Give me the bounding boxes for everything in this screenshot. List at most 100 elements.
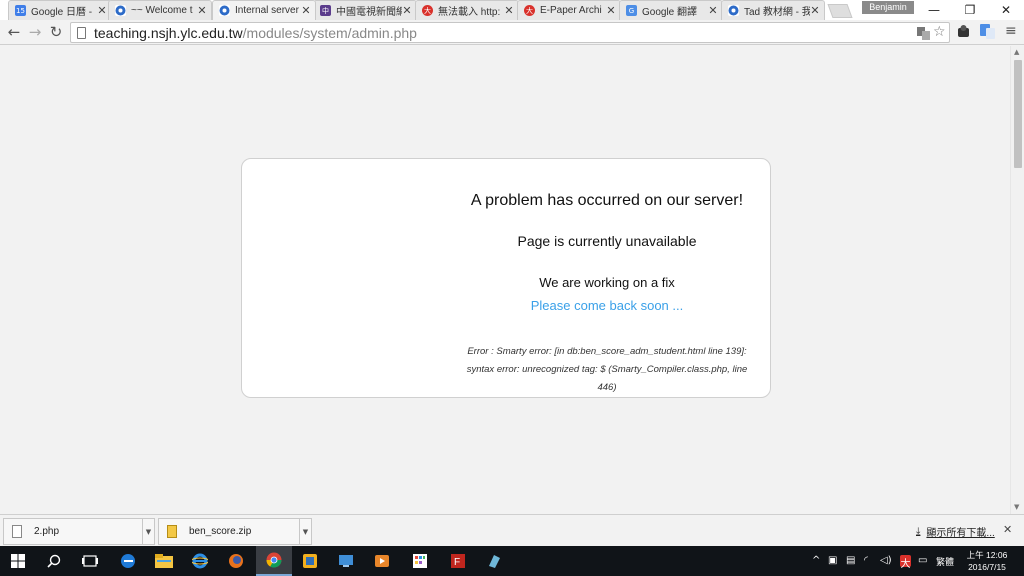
page-info-icon[interactable] bbox=[77, 26, 86, 39]
restore-icon[interactable]: ❐ bbox=[952, 0, 988, 20]
vertical-scrollbar[interactable]: ▲ ▼ bbox=[1010, 46, 1024, 514]
tray-app-icon[interactable]: ▤ bbox=[846, 555, 855, 567]
profile-badge[interactable]: Benjamin bbox=[862, 1, 914, 14]
clock[interactable]: 上午 12:06 2016/7/15 bbox=[962, 549, 1012, 573]
come-back-soon-text: Please come back soon ... bbox=[530, 298, 684, 313]
bookmark-star-icon[interactable]: ☆ bbox=[933, 24, 946, 40]
tab-cctv-news[interactable]: 中 中國電視新聞網 ✕ bbox=[313, 0, 417, 20]
tab-title: Internal server bbox=[235, 5, 299, 16]
network-icon[interactable]: ◜ bbox=[864, 555, 868, 567]
windows-taskbar: F ^ ▣ ▤ ◜ ◁) 大 ▭ 繁體 上午 12:06 2016/7/15 bbox=[0, 546, 1024, 576]
ime-indicator[interactable]: 繁體 bbox=[936, 555, 954, 568]
clock-date: 2016/7/15 bbox=[968, 562, 1006, 572]
download-filename: ben_score.zip bbox=[189, 526, 252, 537]
error-detail: Error : Smarty error: [in db:ben_score_a… bbox=[462, 343, 752, 397]
scroll-up-icon[interactable]: ▲ bbox=[1014, 48, 1019, 56]
tray-app-icon[interactable]: 大 bbox=[900, 555, 911, 570]
download-icon: ⤓ bbox=[916, 526, 921, 537]
back-button[interactable]: ← bbox=[5, 23, 23, 41]
app-icon-teal[interactable] bbox=[476, 546, 512, 576]
volume-icon[interactable]: ◁) bbox=[880, 555, 892, 567]
download-item-php[interactable]: 2.php ▼ bbox=[3, 518, 155, 545]
scrollbar-thumb[interactable] bbox=[1014, 60, 1022, 168]
notifications-icon[interactable]: ▭ bbox=[918, 555, 927, 567]
remote-desktop-icon[interactable] bbox=[328, 546, 364, 576]
tab-internal-server-error[interactable]: Internal server ✕ bbox=[212, 0, 316, 20]
edge-icon[interactable] bbox=[110, 546, 146, 576]
internet-explorer-icon[interactable] bbox=[182, 546, 218, 576]
chrome-icon[interactable] bbox=[256, 546, 292, 576]
show-all-downloads-label: 顯示所有下載... bbox=[926, 528, 995, 539]
tab-strip: 15 Google 日曆 - ✕ ~~ Welcome t ✕ Internal… bbox=[0, 0, 1024, 20]
chrome-page-icon bbox=[728, 5, 739, 16]
minimize-icon[interactable]: — bbox=[916, 0, 952, 20]
tab-cannot-load[interactable]: 大 無法載入 http: ✕ bbox=[415, 0, 519, 20]
download-item-zip[interactable]: ben_score.zip ▼ bbox=[158, 518, 312, 545]
search-icon[interactable] bbox=[36, 546, 72, 576]
app-icon-yellow[interactable] bbox=[292, 546, 328, 576]
translate-page-icon[interactable] bbox=[917, 27, 930, 40]
windows-start-icon[interactable] bbox=[0, 546, 36, 576]
file-explorer-icon[interactable] bbox=[146, 546, 182, 576]
tab-title: E-Paper Archi bbox=[540, 5, 602, 16]
tab-title: Google 日曆 - bbox=[31, 7, 93, 18]
tab-title: 中國電視新聞網 bbox=[336, 7, 402, 18]
chevron-down-icon[interactable]: ▼ bbox=[299, 519, 311, 544]
zip-file-icon bbox=[167, 525, 177, 538]
svg-text:F: F bbox=[454, 557, 460, 568]
close-tab-icon[interactable]: ✕ bbox=[708, 4, 718, 17]
address-bar[interactable]: teaching.nsjh.ylc.edu.tw/modules/system/… bbox=[70, 22, 950, 43]
error-card: A problem has occurred on our server! Pa… bbox=[241, 158, 771, 398]
tab-welcome[interactable]: ~~ Welcome t ✕ bbox=[108, 0, 212, 20]
working-on-fix-text: We are working on a fix bbox=[539, 275, 675, 290]
close-tab-icon[interactable]: ✕ bbox=[810, 4, 820, 17]
media-player-icon[interactable] bbox=[364, 546, 400, 576]
tab-title: 無法載入 http: bbox=[438, 7, 501, 18]
tray-app-icon[interactable]: ▣ bbox=[828, 555, 837, 567]
firefox-icon[interactable] bbox=[218, 546, 254, 576]
tab-title: Tad 教材網 - 我 bbox=[744, 7, 810, 18]
php-file-icon bbox=[12, 525, 22, 538]
chrome-page-icon bbox=[115, 5, 126, 16]
reload-button[interactable]: ↻ bbox=[47, 23, 65, 41]
show-hidden-icons-icon[interactable]: ^ bbox=[812, 555, 820, 567]
tab-epaper-archive[interactable]: 大 E-Paper Archi ✕ bbox=[517, 0, 621, 20]
google-translate-extension-icon[interactable] bbox=[980, 24, 995, 39]
translate-icon: G bbox=[626, 5, 637, 16]
scroll-down-icon[interactable]: ▼ bbox=[1014, 503, 1019, 511]
error-detail-line-3: 446) bbox=[597, 382, 617, 393]
close-tab-icon[interactable]: ✕ bbox=[97, 4, 107, 17]
filezilla-icon[interactable]: F bbox=[440, 546, 476, 576]
error-detail-line-1: Error : Smarty error: [in db:ben_score_a… bbox=[467, 346, 747, 357]
close-shelf-icon[interactable]: ✕ bbox=[1003, 523, 1012, 536]
url-path: /modules/system/admin.php bbox=[242, 24, 417, 41]
new-tab-button[interactable] bbox=[827, 4, 853, 18]
app-grid-icon[interactable] bbox=[402, 546, 438, 576]
tab-google-translate[interactable]: G Google 翻譯 ✕ bbox=[619, 0, 723, 20]
close-tab-icon[interactable]: ✕ bbox=[606, 4, 616, 17]
task-view-icon[interactable] bbox=[72, 546, 108, 576]
tab-tad-materials[interactable]: Tad 教材網 - 我 ✕ bbox=[721, 0, 825, 20]
download-filename: 2.php bbox=[34, 526, 60, 537]
error-detail-line-2: syntax error: unrecognized tag: $ (Smart… bbox=[466, 364, 748, 375]
extension-icon[interactable] bbox=[956, 24, 971, 39]
forward-button[interactable]: → bbox=[26, 23, 44, 41]
menu-icon[interactable]: ≡ bbox=[1005, 24, 1020, 39]
page-viewport: A problem has occurred on our server! Pa… bbox=[0, 46, 1010, 514]
close-tab-icon[interactable]: ✕ bbox=[301, 4, 311, 17]
error-icon: 大 bbox=[524, 5, 535, 16]
url-host: teaching.nsjh.ylc.edu.tw bbox=[94, 24, 243, 41]
chevron-down-icon[interactable]: ▼ bbox=[142, 519, 154, 544]
close-window-icon[interactable]: ✕ bbox=[988, 0, 1024, 20]
chrome-page-icon bbox=[219, 5, 230, 16]
tab-title: ~~ Welcome t bbox=[131, 5, 193, 16]
close-tab-icon[interactable]: ✕ bbox=[504, 4, 514, 17]
error-subtitle: Page is currently unavailable bbox=[517, 233, 697, 249]
show-all-downloads-link[interactable]: ⤓ 顯示所有下載... bbox=[916, 524, 995, 539]
error-title: A problem has occurred on our server! bbox=[470, 192, 744, 209]
close-tab-icon[interactable]: ✕ bbox=[197, 4, 207, 17]
clock-time: 上午 12:06 bbox=[966, 550, 1008, 560]
tab-google-calendar[interactable]: 15 Google 日曆 - ✕ bbox=[8, 0, 112, 20]
calendar-icon: 15 bbox=[15, 5, 26, 16]
close-tab-icon[interactable]: ✕ bbox=[402, 4, 412, 17]
